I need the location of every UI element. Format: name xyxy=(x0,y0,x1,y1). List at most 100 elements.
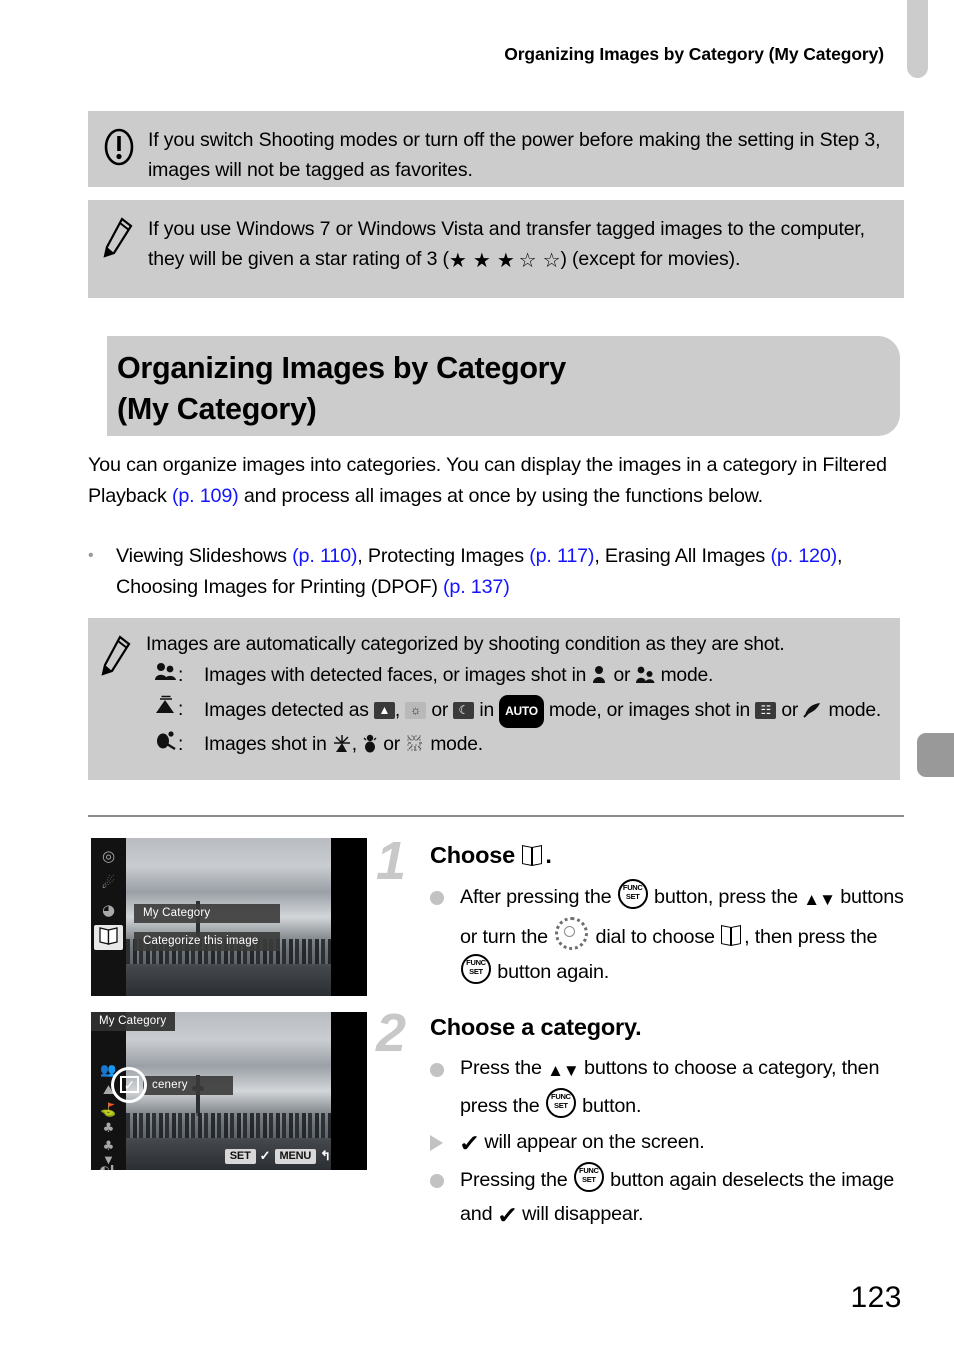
page-ref-120[interactable]: (p. 120) xyxy=(770,545,837,567)
scenery-row-t2: , xyxy=(394,700,406,721)
s1i1-t1: After pressing the xyxy=(460,886,617,908)
step-1-item-1-text: After pressing the FUNC SET button, press… xyxy=(460,879,910,989)
people-row-t1: Images with detected faces, or images sh… xyxy=(204,665,592,686)
row-separator: : xyxy=(178,699,184,720)
kids-and-pets-mode-icon xyxy=(635,664,655,693)
func-set-button-icon: FUNC SET xyxy=(461,954,491,984)
page-ref-110[interactable]: (p. 110) xyxy=(292,545,357,567)
feature-bullet: • Viewing Slideshows (p. 110), Protectin… xyxy=(88,541,908,602)
auto-category-note: Images are automatically categorized by … xyxy=(88,618,900,780)
section-title-line2: (My Category) xyxy=(117,392,317,426)
step-2-item-2: ✓ will appear on the screen. xyxy=(430,1125,910,1160)
note-callout: If you use Windows 7 or Windows Vista an… xyxy=(88,200,904,298)
check-hint-icon: ✓ xyxy=(259,1148,271,1163)
category-row-scenery-text: Images detected as ▲, ☼ or ☾ in AUTO mod… xyxy=(204,695,881,728)
fireworks-mode-icon xyxy=(332,733,352,762)
scenery-row-t5: mode, or images shot in xyxy=(543,700,756,721)
my-category-book-icon xyxy=(721,926,743,946)
category-row-people-text: Images with detected faces, or images sh… xyxy=(204,661,881,693)
note-callout-text: If you use Windows 7 or Windows Vista an… xyxy=(148,214,886,282)
auto-mode-badge: AUTO xyxy=(499,695,544,728)
section-divider xyxy=(88,815,904,817)
s1i1-t6: button again. xyxy=(492,961,610,983)
scenery-row-t1: Images detected as xyxy=(204,700,374,721)
stars-filled: ★ ★ ★ xyxy=(448,248,515,272)
bullet-dot-icon xyxy=(430,879,460,989)
step-2-items: Press the ▲▼ buttons to choose a categor… xyxy=(430,1051,910,1232)
image-quality-L-icon: ◐L xyxy=(99,1163,118,1170)
up-down-buttons-icon: ▲▼ xyxy=(547,1061,580,1080)
long-shutter-mode-icon: ☷ xyxy=(755,702,777,719)
control-dial-icon xyxy=(555,917,589,950)
page-ref-117[interactable]: (p. 117) xyxy=(529,545,594,567)
bullet-dot-icon xyxy=(430,1051,460,1123)
page-ref-109[interactable]: (p. 109) xyxy=(172,485,239,507)
category-checkbox[interactable]: ✓ xyxy=(120,1076,139,1093)
step-2-item-2-text: ✓ will appear on the screen. xyxy=(458,1125,910,1160)
s1i1-t2: button, press the xyxy=(648,886,804,908)
step-2: 2 Choose a category. Press the ▲▼ button… xyxy=(376,1006,910,1234)
result-triangle-icon xyxy=(430,1125,460,1160)
bullet-p1: Viewing Slideshows xyxy=(116,545,293,567)
screen-title: My Category xyxy=(91,1012,176,1031)
step-2-item-1: Press the ▲▼ buttons to choose a categor… xyxy=(430,1051,910,1123)
pencil-note-icon xyxy=(102,214,148,282)
people-row-t2: or xyxy=(608,665,636,686)
bullet-dot-icon xyxy=(430,1162,460,1232)
people-row-t3: mode. xyxy=(655,665,714,686)
red-eye-correction-icon[interactable]: ◕ xyxy=(94,898,123,923)
events-row-t1: Images shot in xyxy=(204,734,332,755)
check-icon: ✓ xyxy=(496,1202,519,1228)
scenery-row-t6: or xyxy=(776,700,804,721)
portrait-mode-icon xyxy=(591,664,608,693)
metering-icon[interactable]: ◎ xyxy=(94,844,123,869)
stars-empty: ☆ ☆ xyxy=(518,248,561,272)
step-1-title-suffix: . xyxy=(545,842,552,868)
up-down-buttons-icon: ▲▼ xyxy=(803,890,836,909)
snow-mode-icon xyxy=(405,733,425,762)
category-row-scenery: : Images detected as ▲, ☼ or ☾ in AUTO m… xyxy=(146,695,881,728)
scenery-row-t4: in xyxy=(474,700,500,721)
step-1-items: After pressing the FUNC SET button, press… xyxy=(430,879,910,989)
bullet-text: Viewing Slideshows (p. 110), Protecting … xyxy=(116,541,908,602)
row-separator: : xyxy=(178,665,184,686)
night-detect-icon: ☾ xyxy=(453,702,475,719)
people-category-icon xyxy=(154,661,178,690)
auto-category-note-body: Images are automatically categorized by … xyxy=(146,630,881,762)
set-key-cap: SET xyxy=(224,1148,256,1164)
step-1-number: 1 xyxy=(376,831,407,891)
page-title: Organizing Images by Category (My Catego… xyxy=(107,336,900,430)
section-title-band: Organizing Images by Category (My Catego… xyxy=(107,336,900,436)
my-category-book-icon[interactable] xyxy=(94,925,123,950)
intro-paragraph: You can organize images into categories.… xyxy=(88,450,908,511)
exclamation-circle-icon xyxy=(102,125,148,171)
step-1-title-prefix: Choose xyxy=(430,842,522,868)
category-row-events: : Images shot in , or mode. xyxy=(146,730,881,762)
white-balance-icon[interactable]: ☄ xyxy=(94,871,123,896)
chapter-thumb-tab-side xyxy=(917,733,954,777)
screen-bottom-hints: SET ✓ MENU ↰ xyxy=(224,1148,331,1164)
note-text-after: ) (except for movies). xyxy=(560,248,741,270)
check-icon: ✓ xyxy=(458,1130,481,1156)
s2i3-t3: will disappear. xyxy=(516,1203,644,1225)
func-set-button-icon: FUNC SET xyxy=(545,1088,576,1118)
warning-callout-text: If you switch Shooting modes or turn off… xyxy=(148,129,881,181)
scenery-category-icon xyxy=(154,695,178,724)
func-set-button-icon: FUNC SET xyxy=(617,879,648,909)
category-row-people: : Images with detected faces, or images … xyxy=(146,661,881,693)
step-2-item-3-text: Pressing the FUNC SET button again desele… xyxy=(460,1162,910,1232)
s1i1-t4: dial to choose xyxy=(590,926,721,948)
running-header: Organizing Images by Category (My Catego… xyxy=(504,44,884,64)
bullet-p3: , Erasing All Images xyxy=(594,545,771,567)
category-label: cenery xyxy=(143,1076,233,1095)
category-row-events-text: Images shot in , or mode. xyxy=(204,730,881,762)
step-1-item-1: After pressing the FUNC SET button, press… xyxy=(430,879,910,989)
menu-subtitle-label: Categorize this image xyxy=(134,932,280,951)
note-intro-text: Images are automatically categorized by … xyxy=(146,634,785,655)
func-menu-sidebar: ◎ ☄ ◕ xyxy=(91,838,126,996)
page-ref-137[interactable]: (p. 137) xyxy=(443,576,510,598)
events-category-icon xyxy=(154,730,178,759)
scenery-row-t7: mode. xyxy=(823,700,882,721)
section-title-line1: Organizing Images by Category xyxy=(117,351,566,385)
scenery-row-t3: or xyxy=(426,700,454,721)
